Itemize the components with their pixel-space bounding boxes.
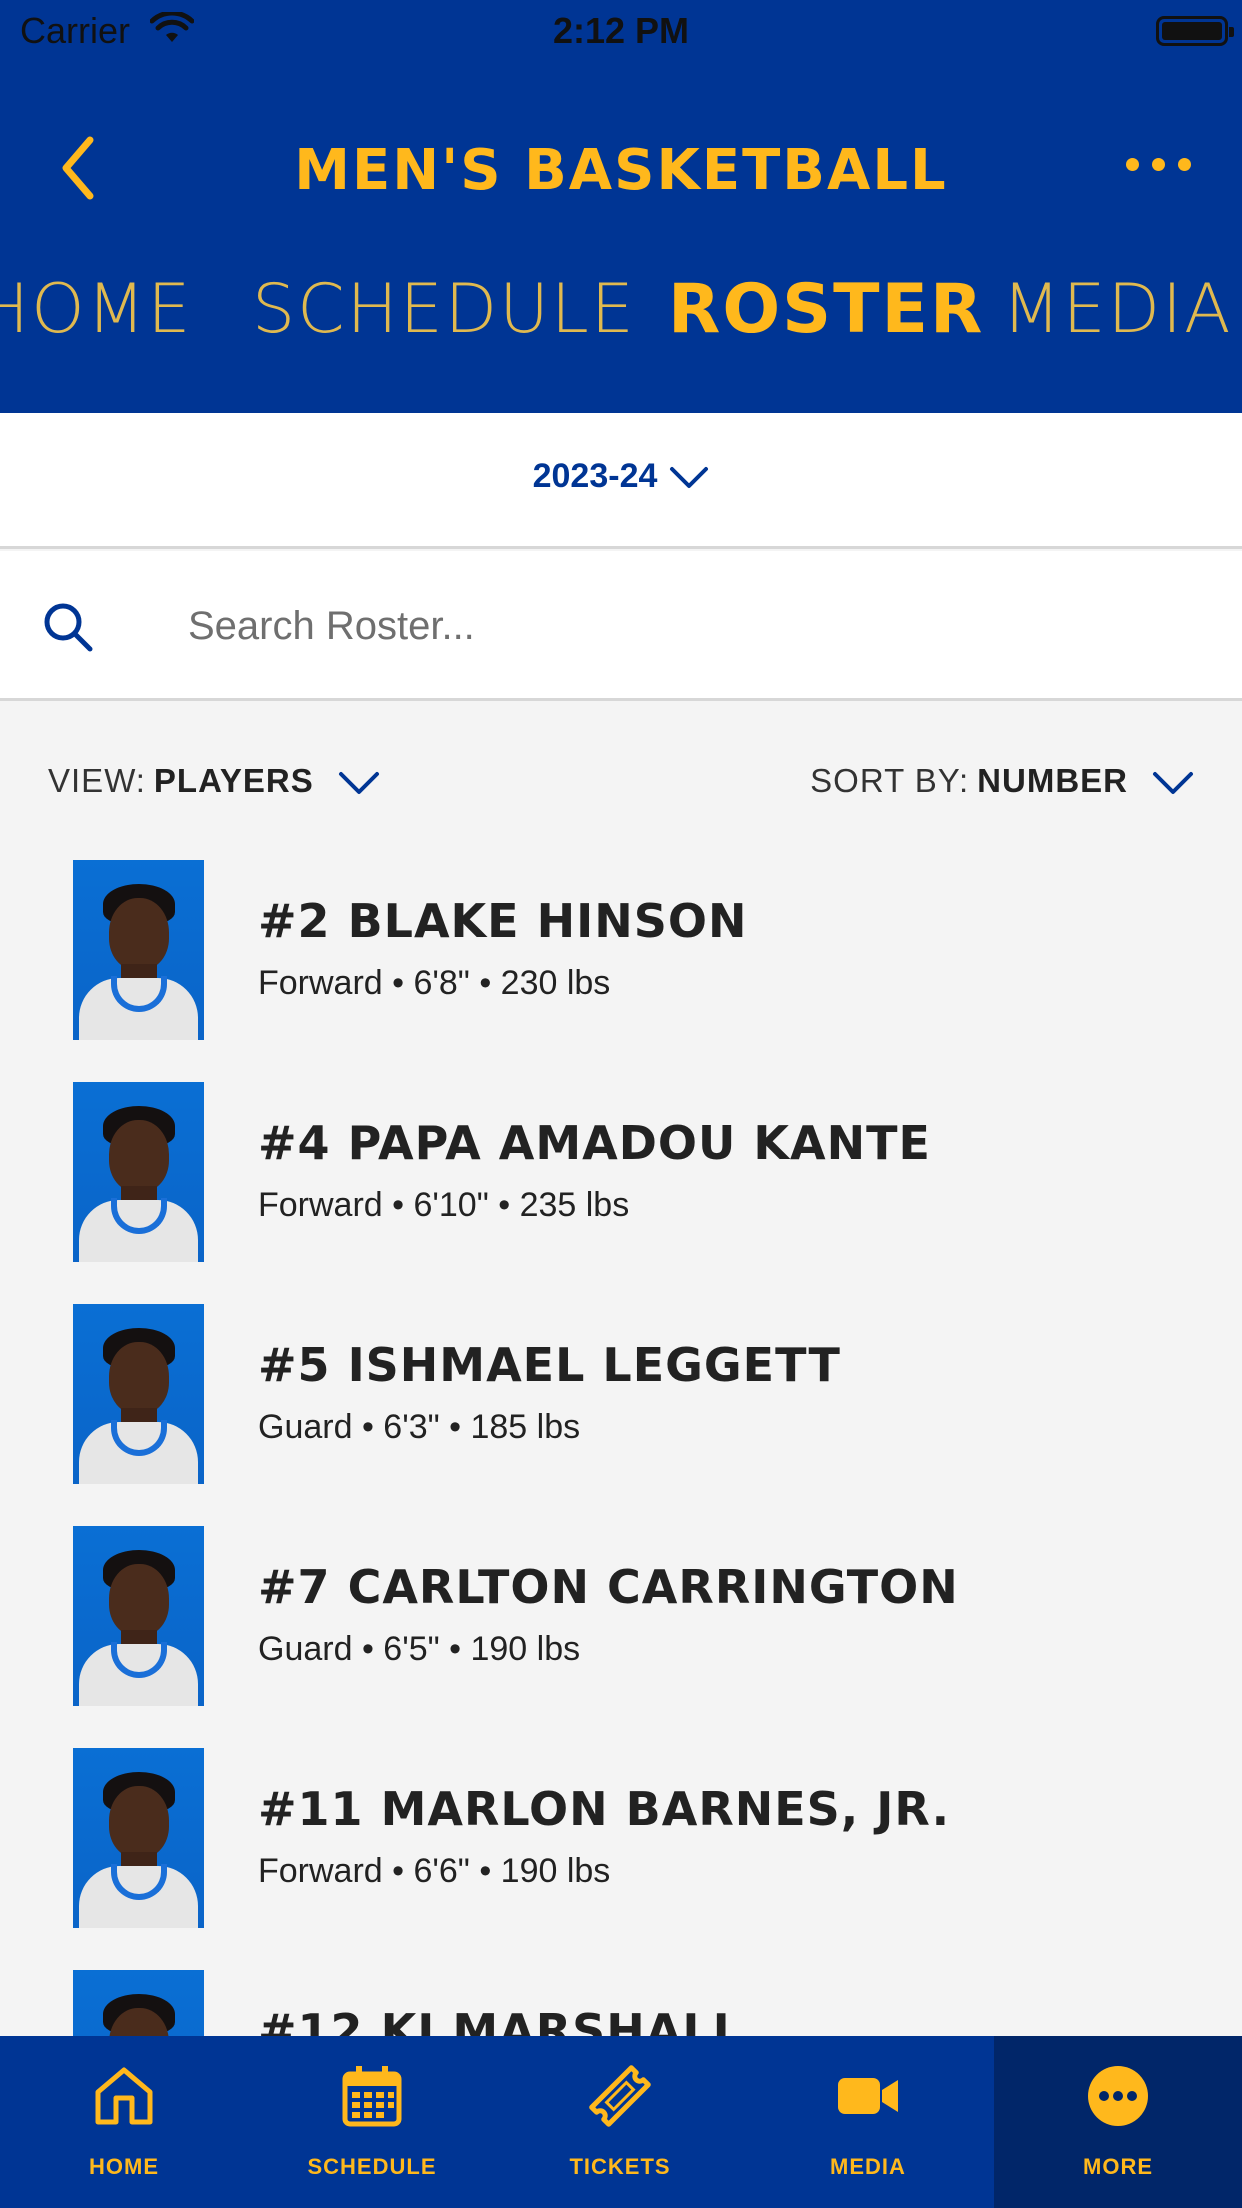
player-row[interactable]: #7 CARLTON CARRINGTON Guard • 6'5" • 190… <box>0 1526 1242 1706</box>
player-details: Guard • 6'3" • 185 lbs <box>258 1408 581 1446</box>
sort-dropdown[interactable]: SORT BY: NUMBER <box>810 762 1194 800</box>
player-headshot <box>73 1082 204 1262</box>
player-details: Forward • 6'10" • 235 lbs <box>258 1186 630 1224</box>
tabbar-home[interactable]: HOME <box>0 2036 248 2208</box>
tab-media[interactable]: MEDIA <box>1002 270 1233 349</box>
tabbar-label: TICKETS <box>569 2154 671 2179</box>
player-details: Guard • 6'5" • 190 lbs <box>258 1630 581 1668</box>
calendar-icon <box>342 2066 402 2127</box>
app-header: Carrier 2:12 PM MEN'S BASKETBALL HOME SC… <box>0 0 1242 413</box>
player-row[interactable]: #4 PAPA AMADOU KANTE Forward • 6'10" • 2… <box>0 1082 1242 1262</box>
ticket-icon <box>589 2065 651 2127</box>
view-filter-value: PLAYERS <box>153 762 314 799</box>
tabbar-label: MEDIA <box>830 2154 906 2179</box>
player-headshot <box>73 1970 204 2036</box>
player-row[interactable]: #12 KJ MARSHALL <box>0 1970 1242 2036</box>
sort-label: SORT BY: <box>810 762 970 799</box>
season-bar: 2023-24 <box>0 413 1242 549</box>
search-bar <box>0 551 1242 701</box>
player-name: #11 MARLON BARNES, JR. <box>258 1782 951 1836</box>
player-headshot <box>73 1304 204 1484</box>
bottom-tab-bar: HOME SCHEDULE TICKETS MEDIA MORE <box>0 2036 1242 2208</box>
player-name: #4 PAPA AMADOU KANTE <box>258 1116 931 1170</box>
player-headshot <box>73 1526 204 1706</box>
tabbar-label: MORE <box>1083 2154 1153 2179</box>
player-row[interactable]: #2 BLAKE HINSON Forward • 6'8" • 230 lbs <box>0 860 1242 1040</box>
tabbar-more[interactable]: MORE <box>994 2036 1242 2208</box>
tabbar-label: HOME <box>89 2154 159 2179</box>
player-row[interactable]: #5 ISHMAEL LEGGETT Guard • 6'3" • 185 lb… <box>0 1304 1242 1484</box>
chevron-down-icon <box>338 772 379 795</box>
status-time: 2:12 PM <box>552 10 690 51</box>
tab-roster[interactable]: ROSTER <box>668 270 984 349</box>
sort-value: NUMBER <box>977 762 1128 799</box>
tab-home[interactable]: HOME <box>0 270 192 349</box>
battery-icon <box>1156 16 1234 46</box>
status-bar: Carrier 2:12 PM <box>0 0 1242 62</box>
player-name: #5 ISHMAEL LEGGETT <box>258 1338 841 1392</box>
chevron-down-icon <box>1153 772 1193 795</box>
player-headshot <box>73 1748 204 1928</box>
search-icon <box>44 603 93 652</box>
home-icon <box>95 2067 153 2125</box>
video-camera-icon <box>838 2078 898 2114</box>
player-details: Forward • 6'6" • 190 lbs <box>258 1852 611 1890</box>
tab-schedule[interactable]: SCHEDULE <box>252 270 636 349</box>
filter-row: VIEW: PLAYERS SORT BY: NUMBER <box>0 740 1242 820</box>
roster-list: #2 BLAKE HINSON Forward • 6'8" • 230 lbs… <box>0 860 1242 2036</box>
player-name: #7 CARLTON CARRINGTON <box>258 1560 959 1614</box>
nav-bar: MEN'S BASKETBALL <box>0 110 1242 230</box>
player-headshot <box>73 860 204 1040</box>
chevron-down-icon <box>670 467 709 489</box>
player-row[interactable]: #11 MARLON BARNES, JR. Forward • 6'6" • … <box>0 1748 1242 1928</box>
tabbar-schedule[interactable]: SCHEDULE <box>248 2036 496 2208</box>
view-filter-dropdown[interactable]: VIEW: PLAYERS <box>48 762 380 800</box>
view-filter-label: VIEW: <box>48 762 146 799</box>
more-icon <box>1088 2066 1148 2126</box>
tabbar-media[interactable]: MEDIA <box>744 2036 992 2208</box>
player-details: Forward • 6'8" • 230 lbs <box>258 964 611 1002</box>
more-options-button[interactable] <box>1122 146 1202 186</box>
page-title: MEN'S BASKETBALL <box>294 138 948 203</box>
tabbar-label: SCHEDULE <box>307 2154 437 2179</box>
search-input[interactable] <box>188 581 1188 671</box>
player-name: #12 KJ MARSHALL <box>258 2004 743 2036</box>
season-value: 2023-24 <box>532 457 658 495</box>
section-tabs: HOME SCHEDULE ROSTER MEDIA <box>0 270 1242 370</box>
player-name: #2 BLAKE HINSON <box>258 894 748 948</box>
season-dropdown[interactable]: 2023-24 <box>0 457 1242 496</box>
tabbar-tickets[interactable]: TICKETS <box>496 2036 744 2208</box>
